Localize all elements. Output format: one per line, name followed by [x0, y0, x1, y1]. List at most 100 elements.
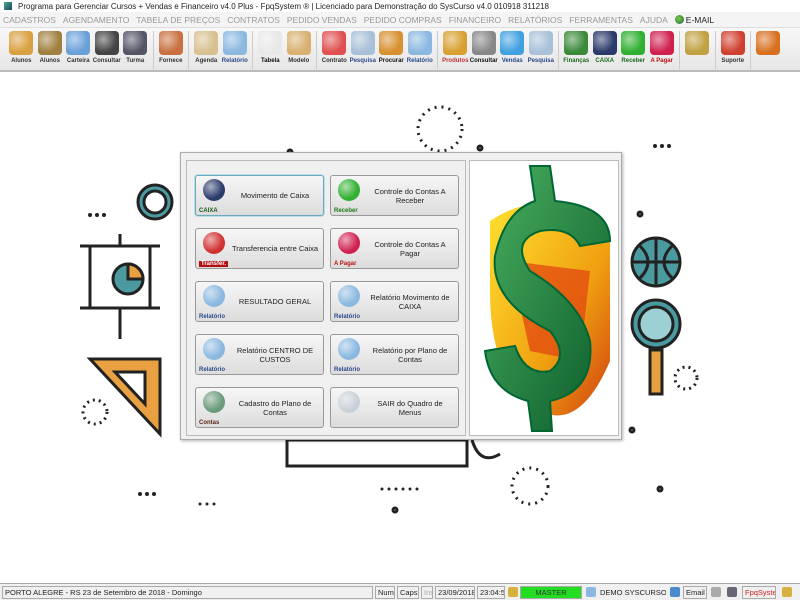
financas-icon — [564, 31, 589, 55]
fornece-icon — [158, 31, 183, 55]
controle-do-contas-a-receber-button[interactable]: Receber Controle do Contas A Receber — [330, 175, 459, 216]
menu-agendamento[interactable]: AGENDAMENTO — [63, 15, 129, 25]
user-icon — [508, 587, 518, 597]
toolbar-relatorio-button[interactable]: Relatório — [406, 31, 435, 64]
moedas-icon — [685, 31, 710, 55]
button-label: RESULTADO GERAL — [238, 297, 312, 306]
controle-do-contas-a-pagar-button[interactable]: A Pagar Controle do Contas A Pagar — [330, 228, 459, 269]
movimento-de-caixa-button[interactable]: CAIXA Movimento de Caixa — [195, 175, 324, 216]
sair-do-quadro-de-menus-button[interactable]: SAIR do Quadro de Menus — [330, 387, 459, 428]
toolbar-carteira-button[interactable]: Carteira — [64, 31, 93, 64]
menu-relat-rios[interactable]: RELATÓRIOS — [508, 15, 562, 25]
toolbar-separator — [252, 31, 253, 69]
button-label: Transferencia entre Caixa — [231, 244, 318, 253]
relatorio-movimento-de-caixa-button[interactable]: Relatório Relatório Movimento de CAIXA — [330, 281, 459, 322]
vendas-icon — [500, 31, 525, 55]
monitor-icon[interactable] — [727, 587, 737, 597]
relatorio-icon — [407, 31, 432, 55]
relatorio-por-plano-de-contas-icon: Relatório — [334, 336, 366, 374]
button-icon-tag: CAIXA — [199, 207, 218, 214]
button-label: Relatório por Plano de Contas — [372, 345, 448, 364]
suporte-icon — [720, 31, 745, 55]
menu-email[interactable]: E-MAIL — [674, 15, 714, 25]
controle-do-contas-a-receber-icon: Receber — [334, 177, 366, 215]
toolbar-modelo-button[interactable]: Modelo — [285, 31, 314, 64]
relatorio-centro-de-custos-button[interactable]: Relatório Relatório CENTRO DE CUSTOS — [195, 334, 324, 375]
menu-tabela-de-pre-os[interactable]: TABELA DE PREÇOS — [136, 15, 220, 25]
button-icon-tag: Contas — [199, 419, 220, 426]
toolbar-label: Alunos — [11, 58, 32, 64]
pesquisa-icon — [350, 31, 375, 55]
menu-cadastros[interactable]: CADASTROS — [3, 15, 56, 25]
button-icon-tag: Receber — [334, 207, 358, 214]
toolbar-fornece-button[interactable]: Fornece — [157, 31, 186, 64]
sair-icon — [756, 31, 781, 55]
cadastro-do-plano-de-contas-icon: Contas — [199, 389, 231, 427]
status-company: DEMO SYSCURSO 4.0 — [600, 588, 666, 597]
toolbar-label: Relatório — [406, 58, 433, 64]
email-icon[interactable] — [670, 587, 680, 597]
resultado-geral-button[interactable]: Relatório RESULTADO GERAL — [195, 281, 324, 322]
button-icon-tag: Relatório — [334, 313, 361, 320]
toolbar-label: Contrato — [321, 58, 347, 64]
toolbar-suporte-button[interactable]: Suporte — [719, 31, 748, 64]
carteira-icon — [66, 31, 91, 55]
cadastro-do-plano-de-contas-button[interactable]: Contas Cadastro do Plano de Contas — [195, 387, 324, 428]
alunos-icon — [37, 31, 62, 55]
toolbar-agenda-button[interactable]: Agenda — [192, 31, 221, 64]
toolbar-pesquisa-button[interactable]: Pesquisa — [527, 31, 556, 64]
toolbar-receber-button[interactable]: Receber — [619, 31, 648, 64]
menu-ferramentas[interactable]: FERRAMENTAS — [569, 15, 633, 25]
toolbar-procurar-button[interactable]: Procurar — [377, 31, 406, 64]
toolbar-consultar-button[interactable]: Consultar — [93, 31, 122, 64]
toolbar-separator — [750, 31, 751, 69]
toolbar-label: Agenda — [195, 58, 218, 64]
menu-financeiro[interactable]: FINANCEIRO — [449, 15, 501, 25]
transferencia-entre-caixa-icon: Transfer. — [199, 230, 231, 268]
title-bar: Programa para Gerenciar Cursos + Vendas … — [0, 0, 800, 12]
toolbar-label: Modelo — [288, 58, 310, 64]
printer-icon[interactable] — [711, 587, 721, 597]
toolbar-produtos-button[interactable]: Produtos — [441, 31, 470, 64]
toolbar-label: Vendas — [501, 58, 523, 64]
dollar-sign-icon — [483, 165, 612, 432]
status-bar: PORTO ALEGRE - RS 23 de Setembro de 2018… — [0, 583, 800, 600]
menu-ajuda[interactable]: AJUDA — [640, 15, 668, 25]
toolbar-tabela-button[interactable]: Tabela — [256, 31, 285, 64]
relatorio-por-plano-de-contas-button[interactable]: Relatório Relatório por Plano de Contas — [330, 334, 459, 375]
financial-menu-dialog: CAIXA Movimento de Caixa Receber Controle d… — [180, 152, 622, 440]
toolbar-moedas-button[interactable] — [683, 31, 712, 58]
menu-pedido-compras[interactable]: PEDIDO COMPRAS — [364, 15, 442, 25]
button-label: Relatório CENTRO DE CUSTOS — [236, 345, 314, 364]
toolbar-relatorio-button[interactable]: Relatório — [221, 31, 250, 64]
toolbar-a-pagar-button[interactable]: A Pagar — [648, 31, 677, 64]
caixa-icon — [592, 31, 617, 55]
email-globe-icon — [674, 15, 684, 24]
toolbar-label: Pesquisa — [527, 58, 554, 64]
toolbar-vendas-button[interactable]: Vendas — [498, 31, 527, 64]
status-date: 23/09/2018 — [435, 586, 475, 599]
toolbar-sair-button[interactable] — [754, 31, 783, 58]
toolbar-caixa-button[interactable]: CAIXA — [591, 31, 620, 64]
toolbar-financas-button[interactable]: Finanças — [562, 31, 591, 64]
email-button[interactable]: Email — [683, 586, 707, 599]
toolbar-alunos-button[interactable]: Alunos — [7, 31, 36, 64]
sair-do-quadro-de-menus-icon — [334, 389, 366, 427]
menu-pedido-vendas[interactable]: PEDIDO VENDAS — [287, 15, 357, 25]
toolbar-turma-button[interactable]: Turma — [121, 31, 150, 64]
toolbar: Alunos Alunos Carteira Consultar Turma Fornec… — [0, 28, 800, 72]
menu-contratos[interactable]: CONTRATOS — [227, 15, 280, 25]
button-label: Controle do Contas A Receber — [374, 186, 446, 205]
toolbar-consultar-button[interactable]: Consultar — [470, 31, 499, 64]
toolbar-contrato-button[interactable]: Contrato — [320, 31, 349, 64]
toolbar-label: Receber — [621, 58, 646, 64]
button-icon-tag: Relatório — [199, 313, 226, 320]
button-panel: CAIXA Movimento de Caixa Receber Controle d… — [186, 160, 466, 436]
toolbar-alunos-button[interactable]: Alunos — [36, 31, 65, 64]
toolbar-separator — [188, 31, 189, 69]
transferencia-entre-caixa-button[interactable]: Transfer. Transferencia entre Caixa — [195, 228, 324, 269]
toolbar-pesquisa-button[interactable]: Pesquisa — [349, 31, 378, 64]
info-icon[interactable] — [782, 587, 792, 597]
toolbar-label: Consultar — [92, 58, 121, 64]
produtos-icon — [443, 31, 468, 55]
